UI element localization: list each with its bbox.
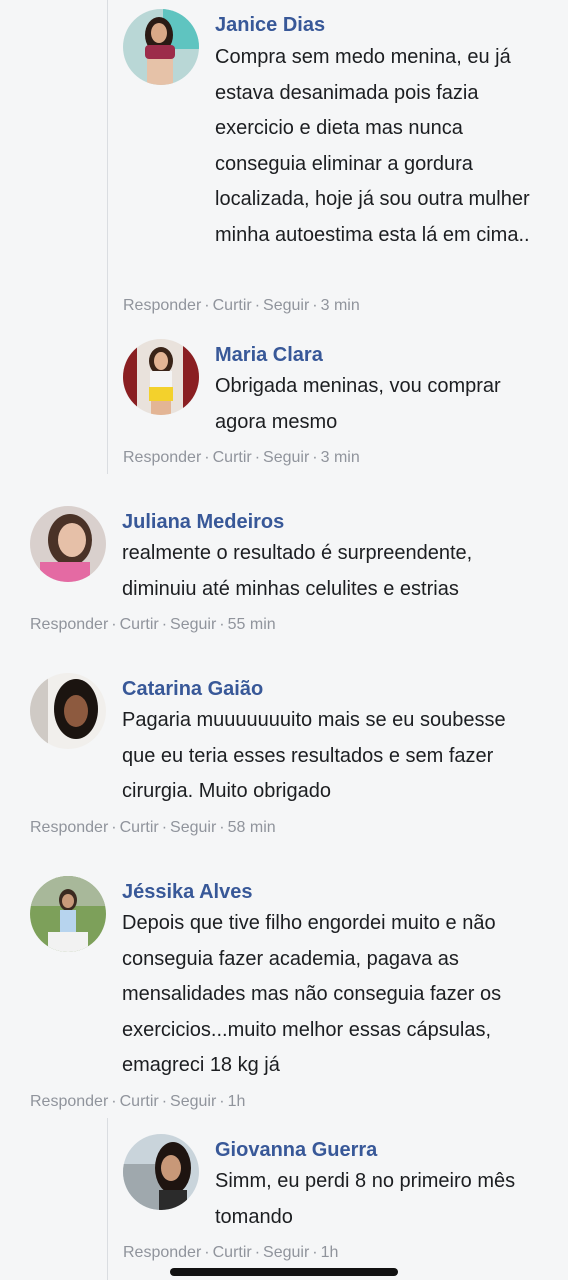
reply-thread-line — [107, 1118, 108, 1280]
separator: · — [161, 1093, 168, 1110]
comment-text: realmente o resultado é surpreendente, d… — [122, 542, 473, 600]
avatar[interactable] — [30, 876, 106, 952]
comment-time[interactable]: 1h — [321, 1244, 339, 1261]
comment-actions: Responder · Curtir · Seguir · 1h — [123, 1243, 338, 1263]
separator: · — [219, 1093, 225, 1110]
commenter-name[interactable]: Maria Clara — [215, 343, 323, 367]
like-link[interactable]: Curtir — [213, 1244, 252, 1261]
separator: · — [111, 819, 117, 836]
separator: · — [161, 616, 168, 633]
comment-time[interactable]: 58 min — [228, 819, 276, 836]
follow-link[interactable]: Seguir — [170, 616, 216, 633]
avatar[interactable] — [30, 506, 106, 582]
reply-link[interactable]: Responder — [123, 1244, 201, 1261]
follow-link[interactable]: Seguir — [170, 819, 216, 836]
reply-link[interactable]: Responder — [30, 1093, 108, 1110]
separator: · — [312, 449, 318, 466]
follow-link[interactable]: Seguir — [263, 1244, 309, 1261]
comment-actions: Responder · Curtir · Seguir · 3 min — [123, 296, 360, 316]
comment-text: Compra sem medo menina, eu já estava des… — [215, 46, 530, 246]
separator: · — [254, 297, 261, 314]
like-link[interactable]: Curtir — [213, 449, 252, 466]
follow-link[interactable]: Seguir — [263, 449, 309, 466]
comment-text: Simm, eu perdi 8 no primeiro mês tomando — [215, 1170, 516, 1228]
comment-time[interactable]: 3 min — [321, 449, 360, 466]
reply-thread-line — [107, 0, 108, 474]
comment-text: Pagaria muuuuuuuito mais se eu soubesse … — [122, 709, 506, 802]
commenter-name[interactable]: Janice Dias — [215, 13, 325, 37]
like-link[interactable]: Curtir — [120, 1093, 159, 1110]
follow-link[interactable]: Seguir — [170, 1093, 216, 1110]
follow-link[interactable]: Seguir — [263, 297, 309, 314]
reply-link[interactable]: Responder — [123, 449, 201, 466]
separator: · — [111, 1093, 117, 1110]
avatar[interactable] — [123, 9, 199, 85]
separator: · — [219, 616, 225, 633]
reply-link[interactable]: Responder — [30, 819, 108, 836]
avatar[interactable] — [123, 339, 199, 415]
comment-time[interactable]: 3 min — [321, 297, 360, 314]
like-link[interactable]: Curtir — [120, 616, 159, 633]
comment-actions: Responder · Curtir · Seguir · 58 min — [30, 818, 276, 838]
like-link[interactable]: Curtir — [213, 297, 252, 314]
separator: · — [312, 297, 318, 314]
commenter-name[interactable]: Catarina Gaião — [122, 677, 263, 701]
commenter-name[interactable]: Jéssika Alves — [122, 880, 252, 904]
avatar[interactable] — [123, 1134, 199, 1210]
like-link[interactable]: Curtir — [120, 819, 159, 836]
separator: · — [111, 616, 117, 633]
comment-actions: Responder · Curtir · Seguir · 55 min — [30, 615, 276, 635]
comment-text: Depois que tive filho engordei muito e n… — [122, 912, 502, 1076]
reply-link[interactable]: Responder — [123, 297, 201, 314]
separator: · — [204, 297, 210, 314]
separator: · — [161, 819, 168, 836]
separator: · — [204, 1244, 210, 1261]
comment-time[interactable]: 55 min — [228, 616, 276, 633]
comment-time[interactable]: 1h — [228, 1093, 246, 1110]
comment-actions: Responder · Curtir · Seguir · 3 min — [123, 448, 360, 468]
reply-link[interactable]: Responder — [30, 616, 108, 633]
home-indicator[interactable] — [170, 1268, 398, 1276]
commenter-name[interactable]: Giovanna Guerra — [215, 1138, 377, 1162]
commenter-name[interactable]: Juliana Medeiros — [122, 510, 284, 534]
separator: · — [204, 449, 210, 466]
separator: · — [312, 1244, 318, 1261]
separator: · — [254, 449, 261, 466]
comment-actions: Responder · Curtir · Seguir · 1h — [30, 1092, 245, 1112]
separator: · — [254, 1244, 261, 1261]
avatar[interactable] — [30, 673, 106, 749]
separator: · — [219, 819, 225, 836]
comment-text: Obrigada meninas, vou comprar agora mesm… — [215, 375, 501, 433]
